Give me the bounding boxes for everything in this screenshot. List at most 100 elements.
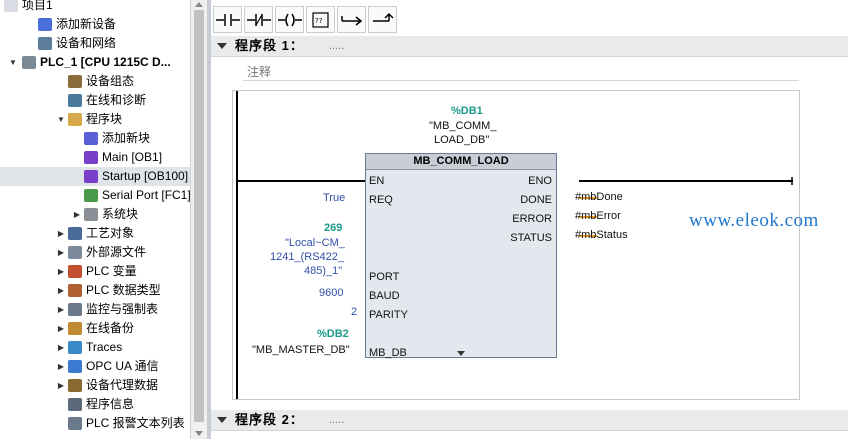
open-branch-icon bbox=[341, 16, 363, 26]
scrollbar-thumb[interactable] bbox=[194, 10, 204, 422]
mb-db-operand-address[interactable]: %DB2 bbox=[317, 328, 349, 340]
close-branch-button[interactable] bbox=[368, 6, 397, 33]
open-branch-button[interactable] bbox=[337, 6, 366, 33]
tree-item-label: 在线和诊断 bbox=[86, 93, 147, 107]
folder-icon bbox=[68, 113, 82, 126]
tree-item-label: PLC 数据类型 bbox=[86, 283, 161, 297]
expand-arrow-icon[interactable]: ▶ bbox=[56, 243, 66, 262]
tree-item-label: 添加新块 bbox=[102, 131, 151, 145]
scroll-down-icon[interactable] bbox=[195, 431, 203, 436]
expand-arrow-icon[interactable]: ▶ bbox=[56, 224, 66, 243]
pin-baud: BAUD bbox=[369, 290, 400, 302]
expand-pins-icon[interactable] bbox=[457, 351, 465, 356]
tree-item[interactable]: PLC 报警文本列表 bbox=[0, 414, 190, 433]
block-type-title: MB_COMM_LOAD bbox=[366, 154, 556, 170]
tree-scrollbar[interactable] bbox=[190, 0, 208, 439]
tree-item[interactable]: 在线和诊断 bbox=[0, 91, 190, 110]
network-2-title-field[interactable]: ..... bbox=[329, 410, 344, 430]
port-operand-name-line1[interactable]: "Local~CM_ bbox=[285, 237, 345, 249]
network-1-title-field[interactable]: ..... bbox=[329, 36, 344, 56]
tree-item-label: Serial Port [FC1] bbox=[102, 188, 190, 202]
tree-item[interactable]: ▼ PLC_1 [CPU 1215C D... bbox=[0, 53, 190, 72]
online-diagnostics-icon bbox=[68, 94, 82, 107]
tree-item[interactable]: 项目1 bbox=[0, 0, 190, 15]
pin-mb-db: MB_DB bbox=[369, 347, 407, 359]
expand-arrow-icon[interactable]: ▶ bbox=[72, 205, 82, 224]
close-branch-icon bbox=[373, 12, 394, 22]
tree-item-label: 程序信息 bbox=[86, 397, 135, 411]
port-operand-value[interactable]: 269 bbox=[324, 222, 342, 234]
network-1-header[interactable]: 程序段 1： ..... bbox=[211, 36, 848, 57]
tree-item[interactable]: Serial Port [FC1] bbox=[0, 186, 190, 205]
instance-db-name-line2[interactable]: LOAD_DB" bbox=[434, 134, 489, 146]
req-operand[interactable]: True bbox=[323, 192, 345, 204]
tree-item[interactable]: ▶ 系统块 bbox=[0, 205, 190, 224]
watermark-text: www.eleok.com bbox=[689, 210, 819, 231]
expand-arrow-icon[interactable]: ▶ bbox=[56, 281, 66, 300]
done-operand[interactable]: #mbDone bbox=[575, 191, 623, 203]
mb-comm-load-block[interactable]: MB_COMM_LOAD EN REQ PORT BAUD PARITY MB_… bbox=[365, 153, 557, 359]
nc-contact-button[interactable] bbox=[244, 6, 273, 33]
tree-item[interactable]: ▶ 在线备份 bbox=[0, 319, 190, 338]
scroll-up-icon[interactable] bbox=[195, 2, 203, 7]
collapse-arrow-icon[interactable]: ▼ bbox=[8, 53, 18, 72]
ladder-editor: ?? 程序段 1： ..... 注释 %DB1 "MB_COMM_ LOAD_D… bbox=[211, 0, 848, 439]
network-2-header[interactable]: 程序段 2： ..... bbox=[211, 410, 848, 431]
tree-item[interactable]: Main [OB1] bbox=[0, 148, 190, 167]
tree-item[interactable]: ▶ 工艺对象 bbox=[0, 224, 190, 243]
tree-item[interactable]: ▶ Traces bbox=[0, 338, 190, 357]
tree-item[interactable]: ▼ 程序块 bbox=[0, 110, 190, 129]
tree-item[interactable]: Startup [OB100] bbox=[0, 167, 190, 186]
port-operand-name-line2[interactable]: 1241_(RS422_ bbox=[270, 251, 344, 263]
tree-item[interactable]: 程序信息 bbox=[0, 395, 190, 414]
empty-box-icon: ?? bbox=[312, 12, 329, 28]
coil-button[interactable] bbox=[275, 6, 304, 33]
tree-item[interactable]: ▶ OPC UA 通信 bbox=[0, 357, 190, 376]
tree-item-label: 工艺对象 bbox=[86, 226, 135, 240]
tree-item[interactable]: 添加新块 bbox=[0, 129, 190, 148]
tree-item[interactable]: ▶ PLC 变量 bbox=[0, 262, 190, 281]
pin-en: EN bbox=[369, 175, 385, 187]
mb-db-operand-name[interactable]: "MB_MASTER_DB" bbox=[252, 344, 350, 356]
status-operand[interactable]: #mbStatus bbox=[575, 229, 628, 241]
expand-arrow-icon[interactable]: ▶ bbox=[56, 319, 66, 338]
tree-item[interactable]: 设备组态 bbox=[0, 72, 190, 91]
empty-box-button[interactable]: ?? bbox=[306, 6, 335, 33]
expand-arrow-icon[interactable]: ▶ bbox=[56, 357, 66, 376]
pin-error: ERROR bbox=[512, 213, 552, 225]
tree-item-label: 项目1 bbox=[22, 0, 53, 12]
tree-item[interactable]: ▶ 外部源文件 bbox=[0, 243, 190, 262]
no-contact-button[interactable] bbox=[213, 6, 242, 33]
network-1-area[interactable]: %DB1 "MB_COMM_ LOAD_DB" MB_COMM_LOAD EN … bbox=[232, 90, 800, 400]
device-proxy-icon bbox=[68, 379, 82, 392]
error-operand[interactable]: #mbError bbox=[575, 210, 621, 222]
device-config-icon bbox=[68, 75, 82, 88]
expand-arrow-icon[interactable]: ▶ bbox=[56, 300, 66, 319]
instance-db-address[interactable]: %DB1 bbox=[451, 105, 483, 117]
network-comment-field[interactable]: 注释 bbox=[243, 60, 799, 81]
pin-req: REQ bbox=[369, 194, 393, 206]
tree-item[interactable]: ▶ 监控与强制表 bbox=[0, 300, 190, 319]
tree-item[interactable]: ▶ PLC 数据类型 bbox=[0, 281, 190, 300]
port-operand-name-line3[interactable]: 485)_1" bbox=[304, 265, 342, 277]
network-1-title: 程序段 1： bbox=[235, 38, 304, 53]
tree-item-label: OPC UA 通信 bbox=[86, 359, 159, 373]
instance-db-name-line1[interactable]: "MB_COMM_ bbox=[429, 120, 496, 132]
expand-arrow-icon[interactable]: ▶ bbox=[56, 376, 66, 395]
tree-item[interactable]: 设备和网络 bbox=[0, 34, 190, 53]
traces-icon bbox=[68, 341, 82, 354]
tree-item-label: 程序块 bbox=[86, 112, 123, 126]
tree-item-label: 设备组态 bbox=[86, 74, 135, 88]
expand-arrow-icon[interactable]: ▶ bbox=[56, 338, 66, 357]
watch-force-table-icon bbox=[68, 303, 82, 316]
tree-item[interactable]: 添加新设备 bbox=[0, 15, 190, 34]
collapse-arrow-icon[interactable]: ▼ bbox=[56, 110, 66, 129]
parity-operand[interactable]: 2 bbox=[351, 306, 357, 318]
expand-arrow-icon[interactable]: ▶ bbox=[56, 262, 66, 281]
collapse-network-icon[interactable] bbox=[217, 43, 227, 49]
baud-operand[interactable]: 9600 bbox=[319, 287, 343, 299]
add-block-icon bbox=[84, 132, 98, 145]
collapse-network-icon[interactable] bbox=[217, 417, 227, 423]
project-icon bbox=[4, 0, 18, 12]
tree-item[interactable]: ▶ 设备代理数据 bbox=[0, 376, 190, 395]
